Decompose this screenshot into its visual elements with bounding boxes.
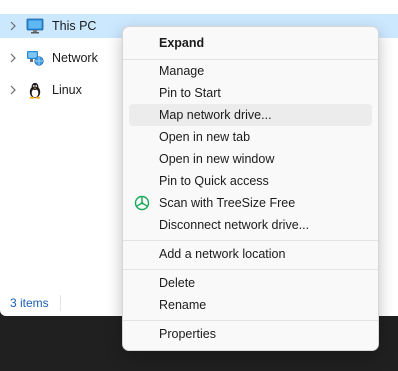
- menu-item-label: Disconnect network drive...: [159, 218, 310, 232]
- menu-item-label: Delete: [159, 276, 196, 290]
- linux-penguin-icon: [26, 82, 44, 99]
- tree-item-network[interactable]: Network: [0, 45, 98, 71]
- menu-item-label: Pin to Quick access: [159, 174, 269, 188]
- menu-item-open-in-new-tab[interactable]: Open in new tab: [129, 126, 372, 148]
- status-divider: [60, 295, 61, 311]
- menu-item-delete[interactable]: Delete: [129, 272, 372, 294]
- menu-item-pin-to-start[interactable]: Pin to Start: [129, 82, 372, 104]
- network-icon: [26, 50, 44, 66]
- menu-item-label: Manage: [159, 64, 205, 78]
- chevron-right-icon[interactable]: [8, 21, 18, 31]
- chevron-right-icon[interactable]: [8, 85, 18, 95]
- menu-separator: [123, 269, 378, 270]
- tree-item-linux[interactable]: Linux: [0, 77, 82, 103]
- menu-item-properties[interactable]: Properties: [129, 323, 372, 345]
- menu-item-pin-to-quick-access[interactable]: Pin to Quick access: [129, 170, 372, 192]
- menu-item-manage[interactable]: Manage: [129, 60, 372, 82]
- menu-item-label: Open in new tab: [159, 130, 251, 144]
- menu-item-disconnect-network-drive[interactable]: Disconnect network drive...: [129, 214, 372, 236]
- menu-separator: [123, 240, 378, 241]
- menu-item-label: Properties: [159, 327, 216, 341]
- menu-item-label: Map network drive...: [159, 108, 272, 122]
- treesize-icon: [134, 195, 150, 211]
- menu-item-label: Add a network location: [159, 247, 286, 261]
- menu-item-rename[interactable]: Rename: [129, 294, 372, 316]
- menu-item-expand[interactable]: Expand: [129, 32, 372, 54]
- menu-item-label: Open in new window: [159, 152, 275, 166]
- menu-item-label: Rename: [159, 298, 207, 312]
- tree-item-label: This PC: [52, 19, 97, 33]
- tree-item-label: Linux: [52, 83, 82, 97]
- menu-item-label: Expand: [159, 36, 205, 50]
- menu-item-label: Pin to Start: [159, 86, 221, 100]
- menu-item-label: Scan with TreeSize Free: [159, 196, 296, 210]
- menu-item-map-network-drive[interactable]: Map network drive...: [129, 104, 372, 126]
- chevron-right-icon[interactable]: [8, 53, 18, 63]
- menu-item-add-network-location[interactable]: Add a network location: [129, 243, 372, 265]
- monitor-icon: [26, 18, 44, 34]
- tree-item-label: Network: [52, 51, 98, 65]
- menu-item-scan-with-treesize[interactable]: Scan with TreeSize Free: [129, 192, 372, 214]
- status-item-count: 3 items: [10, 296, 49, 310]
- context-menu: Expand Manage Pin to Start Map network d…: [122, 26, 379, 351]
- menu-separator: [123, 320, 378, 321]
- menu-item-open-in-new-window[interactable]: Open in new window: [129, 148, 372, 170]
